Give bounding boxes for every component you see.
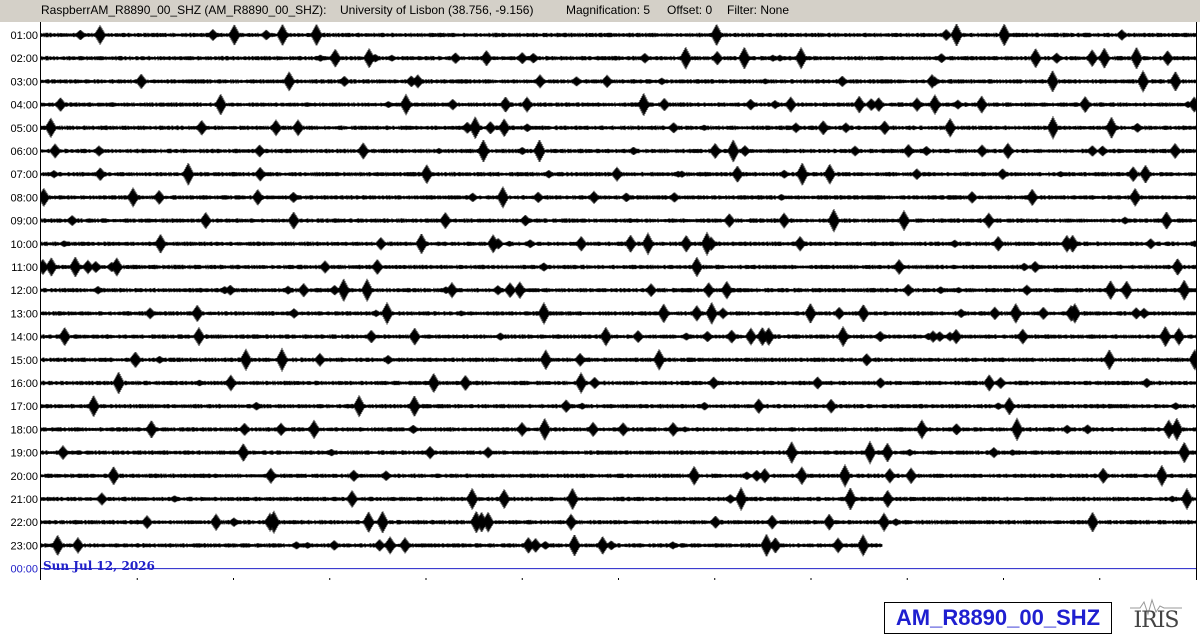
trace-line — [40, 347, 1197, 372]
row-label: 14:00 — [10, 332, 38, 344]
row-label: 21:00 — [10, 494, 38, 506]
row-label: 08:00 — [10, 192, 38, 204]
row-label: 11:00 — [11, 262, 38, 274]
trace-line — [40, 510, 1197, 534]
row-label: 16:00 — [10, 378, 38, 390]
row-label: 07:00 — [10, 169, 38, 181]
row-label: 10:00 — [10, 239, 38, 251]
row-label: 04:00 — [10, 100, 38, 112]
trace-line — [40, 464, 1197, 488]
trace-line — [40, 487, 1197, 511]
trace-line — [40, 23, 1197, 47]
row-label: 12:00 — [10, 285, 38, 297]
trace-line — [40, 208, 1197, 233]
trace-line — [40, 231, 1197, 256]
trace-line — [40, 93, 1197, 116]
row-label: 20:00 — [10, 471, 38, 483]
helicorder-chart: 01:00 02:00 03:00 04:00 05:00 06:00 07:00 08:00… — [10, 23, 1197, 597]
row-label: 22:00 — [10, 517, 38, 529]
row-label: 18:00 — [10, 424, 38, 436]
row-label: 00:00 — [10, 564, 38, 576]
trace-line — [40, 534, 883, 557]
trace-line — [40, 278, 1197, 302]
trace-line — [40, 440, 1197, 465]
row-label: 13:00 — [10, 308, 38, 320]
trace-line — [40, 372, 1197, 394]
trace-line — [40, 395, 1197, 418]
row-label: 01:00 — [10, 30, 38, 42]
station-code: AM_R8890_00_SHZ — [895, 605, 1101, 630]
iris-logo-text: IRIS — [1133, 608, 1179, 633]
trace-line — [40, 70, 1197, 93]
trace-line — [40, 302, 1197, 325]
trace-line — [40, 186, 1197, 209]
trace-line — [40, 116, 1197, 140]
trace-line — [40, 256, 1197, 278]
trace-line — [40, 417, 1197, 442]
trace-line — [40, 139, 1197, 163]
row-label: 05:00 — [10, 123, 38, 135]
iris-logo: IRIS — [1126, 596, 1186, 636]
row-label: 06:00 — [10, 146, 38, 158]
date-label: Sun Jul 12, 2026 — [43, 559, 155, 573]
row-label: 09:00 — [10, 216, 38, 228]
trace-line — [40, 326, 1197, 347]
row-label: 17:00 — [10, 401, 38, 413]
trace-line — [40, 162, 1197, 186]
row-label: 19:00 — [10, 448, 38, 460]
row-label: 03:00 — [10, 76, 38, 88]
trace-line — [40, 47, 1197, 70]
row-label: 02:00 — [10, 53, 38, 65]
row-label: 15:00 — [10, 355, 38, 367]
row-label: 23:00 — [10, 540, 38, 552]
station-code-box: AM_R8890_00_SHZ — [884, 602, 1112, 634]
